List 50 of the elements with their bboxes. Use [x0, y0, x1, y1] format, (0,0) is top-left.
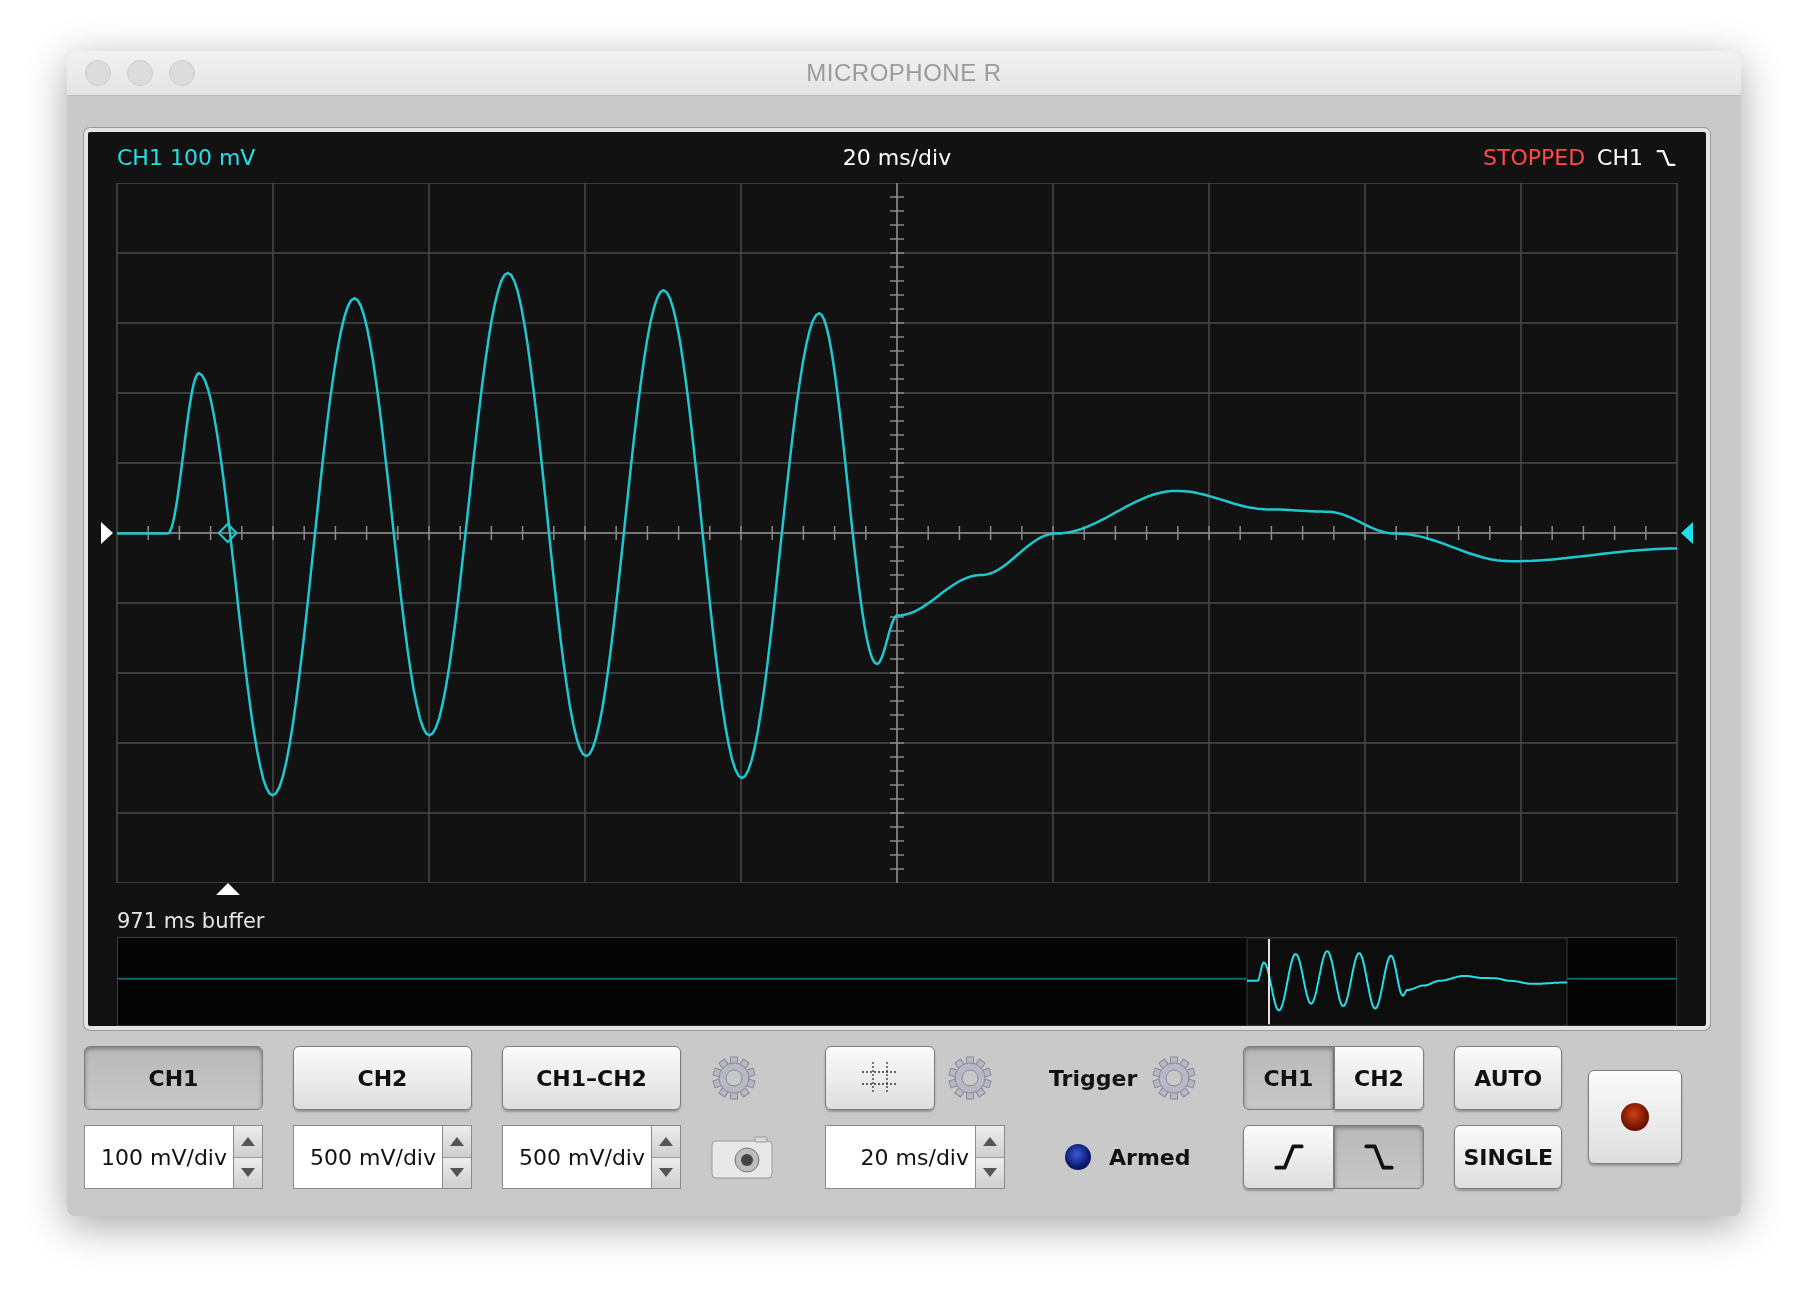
- graticule-button[interactable]: [825, 1046, 935, 1110]
- mode-button[interactable]: AUTO: [1454, 1046, 1563, 1110]
- timebase-field[interactable]: 20 ms/div: [825, 1125, 975, 1189]
- trigger-channel-label: CH1: [1597, 145, 1643, 171]
- trigger-label: Trigger: [1049, 1065, 1138, 1091]
- scale-field[interactable]: 100 mV/div: [84, 1125, 233, 1189]
- ground-level-marker[interactable]: [101, 521, 113, 544]
- trigger-source-button[interactable]: CH1: [1243, 1046, 1334, 1110]
- caret-down-icon: [659, 1168, 673, 1178]
- stepper-control[interactable]: [651, 1125, 681, 1189]
- step-down-button[interactable]: [976, 1156, 1004, 1188]
- caret-up-icon: [659, 1136, 673, 1146]
- caret-up-icon: [450, 1136, 464, 1146]
- trigger-source-button[interactable]: CH2: [1333, 1046, 1425, 1110]
- step-down-button[interactable]: [234, 1156, 262, 1188]
- step-up-button[interactable]: [234, 1126, 262, 1157]
- stepper-control[interactable]: [975, 1125, 1005, 1189]
- record-indicator: [1621, 1103, 1650, 1131]
- camera-icon[interactable]: [711, 1135, 773, 1179]
- trigger-slope-button[interactable]: [1243, 1125, 1334, 1189]
- step-down-button[interactable]: [652, 1156, 680, 1188]
- timebase-label: 20 ms/div: [842, 145, 952, 171]
- window-title: MICROPHONE R: [806, 59, 1002, 87]
- mode-button[interactable]: SINGLE: [1454, 1125, 1563, 1189]
- step-up-button[interactable]: [976, 1126, 1004, 1157]
- caret-down-icon: [983, 1168, 997, 1178]
- status-label: STOPPED: [1483, 145, 1586, 171]
- trigger-level-marker[interactable]: [1681, 521, 1693, 544]
- scale-field[interactable]: 500 mV/div: [293, 1125, 442, 1189]
- step-up-button[interactable]: [652, 1126, 680, 1157]
- trigger-position-marker[interactable]: [215, 882, 240, 895]
- stepper-control[interactable]: [442, 1125, 472, 1189]
- record-button[interactable]: [1588, 1070, 1683, 1164]
- buffer-label: 971 ms buffer: [117, 908, 265, 933]
- armed-label: Armed: [1109, 1144, 1191, 1170]
- scale-field[interactable]: 500 mV/div: [502, 1125, 651, 1189]
- caret-up-icon: [983, 1136, 997, 1146]
- channel-button[interactable]: CH1–CH2: [502, 1046, 681, 1110]
- caret-down-icon: [450, 1168, 464, 1178]
- channel-button[interactable]: CH2: [293, 1046, 472, 1110]
- caret-down-icon: [241, 1168, 255, 1178]
- channel-scale-label: CH1 100 mV: [117, 145, 256, 171]
- trigger-point-marker: [217, 522, 239, 544]
- channel-button[interactable]: CH1: [84, 1046, 263, 1110]
- step-up-button[interactable]: [443, 1126, 471, 1157]
- caret-up-icon: [241, 1136, 255, 1146]
- stepper-control[interactable]: [233, 1125, 263, 1189]
- trigger-slope-button[interactable]: [1333, 1125, 1425, 1189]
- step-down-button[interactable]: [443, 1156, 471, 1188]
- grid-icon: [862, 1062, 898, 1094]
